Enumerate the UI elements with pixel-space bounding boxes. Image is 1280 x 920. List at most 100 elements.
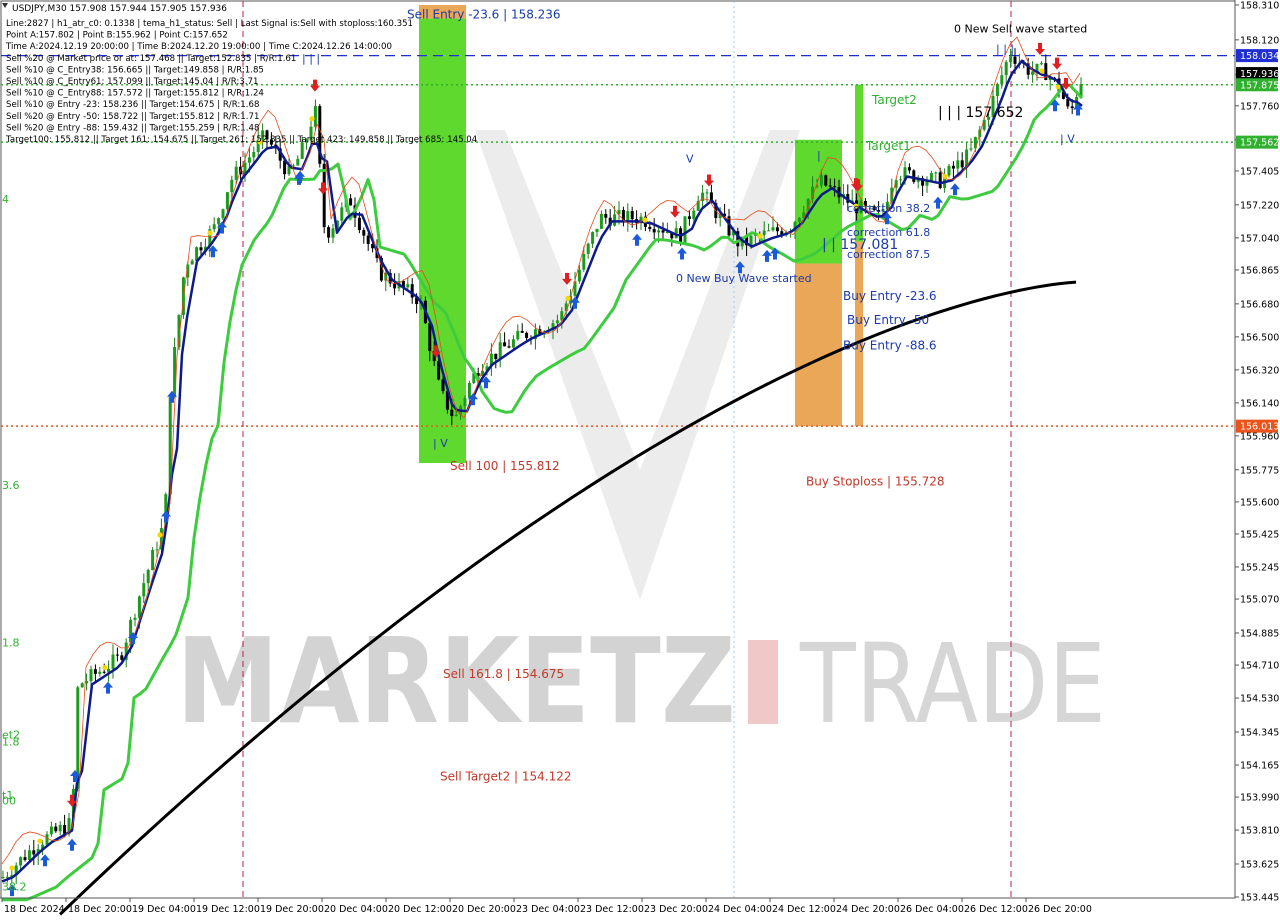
candle-body <box>137 596 141 618</box>
candle-body <box>687 216 691 219</box>
candle-body <box>190 260 194 265</box>
price-tick-label: 157.405 <box>1240 166 1279 177</box>
price-tick-label: 154.530 <box>1240 694 1279 705</box>
info-line-1: Point A:157.802 | Point B:155.962 | Poin… <box>6 31 228 41</box>
time-tick-label: 24 Dec 12:00 <box>772 904 836 915</box>
price-tick-label: 153.810 <box>1240 826 1279 837</box>
candle-body <box>929 173 933 181</box>
info-line-5: Sell %10 @ C_Entry61: 157.099 || Target:… <box>6 77 258 87</box>
signal-dot <box>37 838 43 844</box>
price-tick-label: 154.165 <box>1240 760 1279 771</box>
candle-body <box>828 185 832 187</box>
watermark-brand: MARKETZ <box>176 612 736 750</box>
annotation-label-18: Sell 161.8 | 154.675 <box>443 667 564 681</box>
edge-label-1: 3.6 <box>2 479 20 492</box>
candle-body <box>225 192 229 210</box>
price-tick-label: 156.865 <box>1240 265 1279 276</box>
candle-body <box>1000 75 1004 85</box>
time-tick-label: 24 Dec 20:00 <box>836 904 900 915</box>
signal-dot <box>9 865 15 871</box>
price-tick-label: 156.320 <box>1240 365 1279 376</box>
candle-body <box>494 353 498 359</box>
price-tick-label: 156.140 <box>1240 398 1279 409</box>
price-tag-label-2: 157.875 <box>1240 80 1279 91</box>
candle-body <box>19 857 23 866</box>
candle-body <box>951 165 955 169</box>
price-tick-label: 155.960 <box>1240 431 1279 442</box>
price-tick-label: 158.120 <box>1240 35 1279 46</box>
price-tick-label: 155.425 <box>1240 529 1279 540</box>
signal-dot <box>642 217 648 223</box>
annotation-label-2: | | | <box>996 43 1014 56</box>
info-line-0: Line:2827 | h1_atr_c0: 0.1338 | tema_h1_… <box>6 19 413 29</box>
candle-body <box>657 230 661 233</box>
candle-body <box>555 320 559 324</box>
candle-body <box>234 166 238 180</box>
candle-body <box>296 158 300 166</box>
candle-body <box>230 179 234 193</box>
candle-body <box>340 207 344 221</box>
price-tick-label: 157.040 <box>1240 233 1279 244</box>
candle-body <box>217 218 221 225</box>
candle-body <box>599 213 603 229</box>
info-line-10: Target100: 155.812 || Target 161: 154.67… <box>5 135 477 145</box>
candle-body <box>146 570 150 584</box>
candle-body <box>102 671 106 673</box>
candle-body <box>366 235 370 244</box>
candle-body <box>749 235 753 246</box>
annotation-label-7: correction 38.2 <box>847 202 930 215</box>
time-tick-label: 18 Dec 20:00 <box>68 904 132 915</box>
signal-dot <box>1055 84 1061 90</box>
candle-body <box>516 330 520 340</box>
time-tick-label: 20 Dec 04:00 <box>324 904 388 915</box>
candle-body <box>819 175 823 186</box>
candle-body <box>956 160 960 169</box>
annotation-label-21: | | | <box>302 52 320 65</box>
edge-label-6: 00 <box>2 794 16 807</box>
signal-dot <box>207 230 213 236</box>
candle-body <box>357 217 361 231</box>
annotation-label-1: 0 New Sell wave started <box>954 23 1087 36</box>
watermark-bar <box>748 640 778 724</box>
candle-body <box>775 227 779 232</box>
candle-body <box>507 346 511 348</box>
annotation-label-20: V <box>686 153 694 166</box>
annotation-label-3: Target2 <box>871 93 917 107</box>
annotation-label-19: Sell Target2 | 154.122 <box>440 770 572 784</box>
price-tick-label: 155.775 <box>1240 465 1279 476</box>
annotation-label-5: Target1 <box>865 139 911 153</box>
price-tick-label: 154.710 <box>1240 661 1279 672</box>
time-tick-label: 23 Dec 04:00 <box>516 904 580 915</box>
annotation-label-14: Buy Entry -88.6 <box>843 339 937 353</box>
candle-body <box>58 825 62 832</box>
candle-body <box>1 876 5 878</box>
candle-body <box>362 230 366 236</box>
candle-body <box>661 230 665 233</box>
info-line-9: Sell %20 @ Entry -88: 159.432 || Target:… <box>6 123 259 133</box>
zone-5 <box>855 241 863 427</box>
time-tick-label: 26 Dec 12:00 <box>964 904 1028 915</box>
signal-dot <box>1039 68 1045 74</box>
candle-body <box>995 84 999 96</box>
candle-body <box>767 230 771 232</box>
candle-body <box>142 583 146 597</box>
candle-body <box>899 179 903 181</box>
signal-dot <box>309 116 315 122</box>
candle-body <box>89 669 93 682</box>
price-tag-label-4: 156.013 <box>1240 422 1279 433</box>
info-line-2: Time A:2024.12.19 20:00:00 | Time B:2024… <box>5 42 392 52</box>
price-tick-label: 153.445 <box>1240 893 1279 904</box>
price-tag-label-0: 158.034 <box>1240 51 1279 62</box>
candle-body <box>960 160 964 168</box>
info-line-6: Sell %10 @ C_Entry88: 157.572 || Target:… <box>6 89 264 99</box>
candle-body <box>80 683 84 688</box>
annotation-label-15: | V <box>433 437 448 450</box>
candle-body <box>454 414 458 417</box>
zone-3 <box>795 263 842 427</box>
candle-body <box>692 210 696 219</box>
signal-dot <box>102 664 108 671</box>
price-chart[interactable]: MARKETZ TRADE Sell Entry -23.6 | 158.236 0… <box>0 0 1280 920</box>
candle-body <box>49 826 53 835</box>
time-tick-label: 19 Dec 04:00 <box>132 904 196 915</box>
candle-body <box>520 330 524 333</box>
